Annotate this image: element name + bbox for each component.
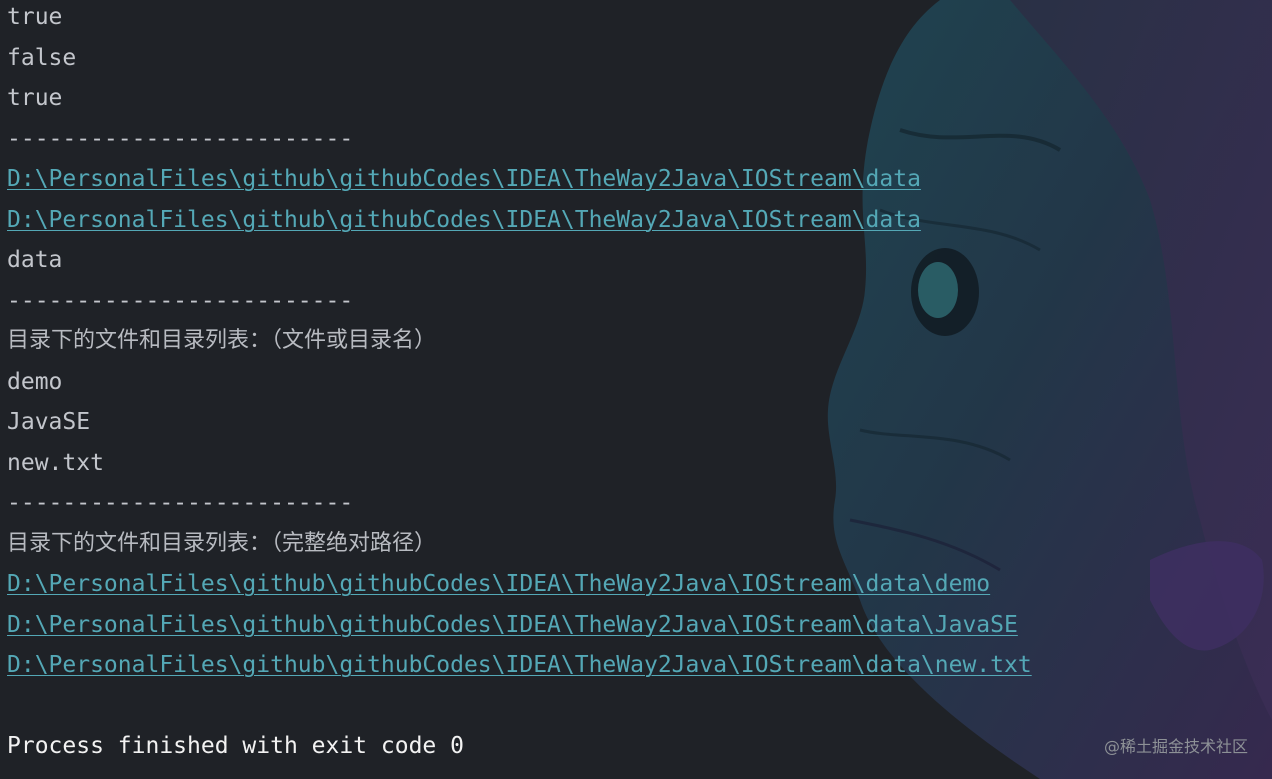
process-exit-status: Process finished with exit code 0 <box>7 733 464 759</box>
output-line: true <box>7 85 63 111</box>
path-link[interactable]: D:\PersonalFiles\github\githubCodes\IDEA… <box>7 162 1107 203</box>
section-heading: 目录下的文件和目录列表：（文件或目录名） <box>7 328 437 353</box>
path-link[interactable]: D:\PersonalFiles\github\githubCodes\IDEA… <box>7 648 1107 689</box>
console-output: true false true ------------------------… <box>7 0 1107 770</box>
run-console: true false true ------------------------… <box>0 0 1272 779</box>
output-line: false <box>7 44 77 71</box>
path-link[interactable]: D:\PersonalFiles\github\githubCodes\IDEA… <box>7 608 1107 649</box>
path-link[interactable]: D:\PersonalFiles\github\githubCodes\IDEA… <box>7 567 1107 608</box>
output-line: new.txt <box>7 449 104 476</box>
path-link[interactable]: D:\PersonalFiles\github\githubCodes\IDEA… <box>7 203 1107 244</box>
output-line: JavaSE <box>7 409 91 435</box>
output-line: demo <box>7 368 63 395</box>
watermark: @稀土掘金技术社区 <box>1103 737 1248 756</box>
output-line: data <box>7 247 63 273</box>
separator-line: ------------------------- <box>7 490 354 516</box>
output-line: true <box>7 4 63 30</box>
section-heading: 目录下的文件和目录列表：（完整绝对路径） <box>7 530 437 556</box>
separator-line: ------------------------- <box>7 125 354 152</box>
separator-line: ------------------------- <box>7 287 354 314</box>
